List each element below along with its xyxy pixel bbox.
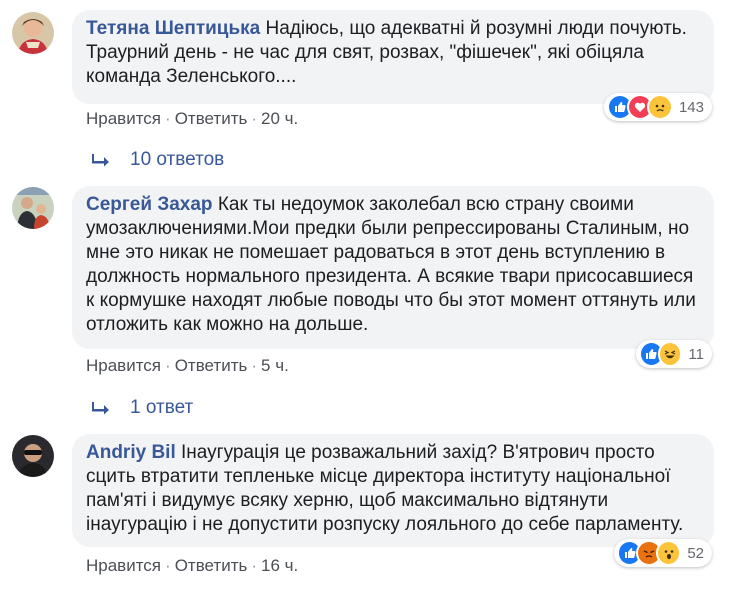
comment-timestamp[interactable]: 5 ч. xyxy=(261,356,289,375)
reaction-count: 143 xyxy=(678,98,704,116)
separator-dot: · xyxy=(251,356,258,375)
comment-bubble: Andriy Bil Інаугурація це розважальний з… xyxy=(72,434,714,547)
reactions-summary[interactable]: 11 xyxy=(636,340,712,368)
like-link[interactable]: Нравится xyxy=(86,109,161,128)
separator-dot: · xyxy=(165,109,171,128)
avatar[interactable] xyxy=(12,435,54,477)
comment-author[interactable]: Andriy Bil xyxy=(86,442,176,463)
view-replies-link[interactable]: 10 ответов xyxy=(92,149,224,171)
separator-dot: · xyxy=(165,356,171,375)
haha-reaction-icon xyxy=(657,341,683,367)
separator-dot: · xyxy=(251,556,258,575)
separator-dot: · xyxy=(165,556,171,575)
avatar[interactable] xyxy=(12,12,54,54)
reply-arrow-icon xyxy=(92,154,109,167)
comment-author[interactable]: Сергей Захар xyxy=(86,194,213,215)
like-link[interactable]: Нравится xyxy=(86,556,161,575)
comment-actions: Нравится · Ответить · 20 ч. xyxy=(86,109,298,129)
replies-count[interactable]: 10 ответов xyxy=(130,149,224,171)
wow-reaction-icon xyxy=(655,540,682,566)
view-replies-link[interactable]: 1 ответ xyxy=(92,397,193,419)
sad-reaction-icon xyxy=(646,94,673,120)
comment-author[interactable]: Тетяна Шептицька xyxy=(86,18,260,39)
comment-timestamp[interactable]: 20 ч. xyxy=(261,109,298,128)
comment-bubble: Сергей Захар Как ты недоумок заколебал в… xyxy=(72,186,714,349)
reply-link[interactable]: Ответить xyxy=(175,356,248,375)
like-link[interactable]: Нравится xyxy=(86,356,161,375)
replies-count[interactable]: 1 ответ xyxy=(130,397,193,419)
comment-timestamp[interactable]: 16 ч. xyxy=(261,556,298,575)
separator-dot: · xyxy=(251,109,258,128)
reply-link[interactable]: Ответить xyxy=(175,556,248,575)
avatar[interactable] xyxy=(12,187,54,229)
reaction-count: 52 xyxy=(687,544,704,562)
comment-actions: Нравится · Ответить · 16 ч. xyxy=(86,556,298,576)
comment-actions: Нравится · Ответить · 5 ч. xyxy=(86,356,289,376)
comment-bubble: Тетяна Шептицька Надіюсь, що адекватні й… xyxy=(72,10,714,104)
comment-text: Как ты недоумок заколебал всю страну сво… xyxy=(86,194,696,335)
reactions-summary[interactable]: 143 xyxy=(604,93,712,121)
reactions-summary[interactable]: 52 xyxy=(614,539,712,567)
reply-link[interactable]: Ответить xyxy=(175,109,248,128)
comment-text: Інаугурація це розважальний захід? В'ятр… xyxy=(86,442,684,535)
reaction-count: 11 xyxy=(688,345,704,363)
reply-arrow-icon xyxy=(92,402,109,415)
